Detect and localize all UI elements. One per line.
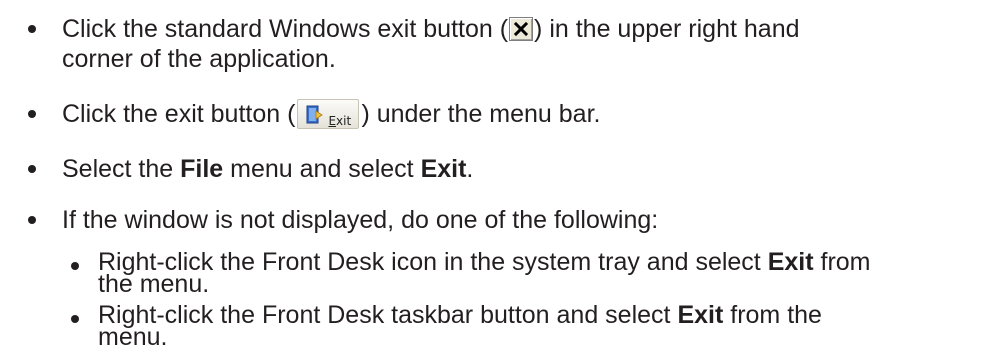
exit-toolbar-button: Exit xyxy=(297,99,360,129)
sub-list-item-text-line2: menu. xyxy=(98,323,168,351)
bullet xyxy=(28,165,36,173)
sub-list-item-text: Right-click the Front Desk icon in the s… xyxy=(98,248,871,276)
bold-text: Exit xyxy=(677,301,724,329)
list-item-text: Click the exit button ( Exit ) under the m… xyxy=(62,99,600,129)
bullet xyxy=(71,315,79,323)
list-item-text-line2: corner of the application. xyxy=(62,45,336,73)
exit-button-label: Exit xyxy=(328,114,352,128)
text-segment: ) under the menu bar. xyxy=(361,100,601,128)
bullet xyxy=(28,216,36,224)
text-segment: ) in the upper right hand xyxy=(534,15,800,43)
list-item-text: Select the File menu and select Exit. xyxy=(62,155,474,183)
list-item-text: Click the standard Windows exit button (… xyxy=(62,14,800,44)
exit-door-icon xyxy=(306,105,324,124)
bold-text: Exit xyxy=(420,155,467,183)
bullet xyxy=(28,25,36,33)
window-close-icon xyxy=(509,17,534,41)
sub-list-item-text: Right-click the Front Desk taskbar butto… xyxy=(98,301,822,329)
bold-text: Exit xyxy=(767,248,814,276)
text-segment: Click the exit button ( xyxy=(62,100,296,128)
bold-text: File xyxy=(180,155,224,183)
bullet xyxy=(28,110,36,118)
sub-list-item-text-line2: the menu. xyxy=(98,270,210,298)
list-item-text: If the window is not displayed, do one o… xyxy=(62,206,659,234)
text-segment: Click the standard Windows exit button ( xyxy=(62,15,509,43)
bullet xyxy=(71,262,79,270)
